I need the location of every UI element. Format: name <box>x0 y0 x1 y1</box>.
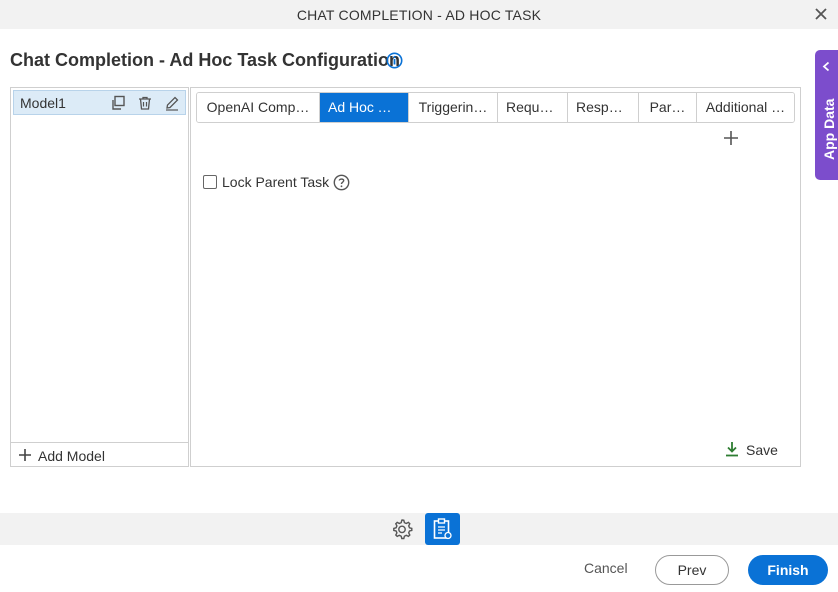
edit-icon[interactable] <box>164 95 180 111</box>
page-title: Chat Completion - Ad Hoc Task Configurat… <box>10 50 400 70</box>
clipboard-button[interactable] <box>425 513 460 545</box>
lock-parent-task-checkbox[interactable] <box>203 175 217 189</box>
lock-parent-task-label: Lock Parent Task <box>222 174 330 190</box>
tab-triggering[interactable]: Triggerin… <box>409 93 498 122</box>
tab-openai-completion[interactable]: OpenAI Comp… <box>197 93 320 122</box>
tab-request[interactable]: Reque… <box>498 93 568 122</box>
tab-additional[interactable]: Additional … <box>697 93 794 122</box>
add-model-label: Add Model <box>38 448 105 464</box>
close-icon[interactable] <box>813 6 829 22</box>
plus-icon <box>19 449 31 461</box>
tab-strip: OpenAI Comp… Ad Hoc T… Triggerin… Reque…… <box>196 92 795 123</box>
app-data-label: App Data <box>821 98 837 160</box>
tab-response[interactable]: Respo… <box>568 93 639 122</box>
model-list-panel: Model1 Add Model <box>10 87 189 467</box>
duplicate-icon[interactable] <box>110 95 126 111</box>
clipboard-icon <box>433 518 452 540</box>
app-data-tab[interactable]: App Data <box>815 50 838 180</box>
tab-ad-hoc-task[interactable]: Ad Hoc T… <box>320 93 409 122</box>
save-label: Save <box>746 442 778 458</box>
model-list-item[interactable]: Model1 <box>13 90 186 115</box>
help-icon[interactable] <box>333 174 350 191</box>
bottom-toolbar <box>0 513 838 545</box>
download-icon <box>726 442 738 457</box>
chevron-left-icon <box>822 61 830 72</box>
model-name: Model1 <box>20 95 66 111</box>
add-model-button[interactable]: Add Model <box>11 442 188 467</box>
cancel-button[interactable]: Cancel <box>584 560 628 576</box>
prev-button[interactable]: Prev <box>655 555 729 585</box>
gear-icon[interactable] <box>391 518 413 540</box>
finish-button[interactable]: Finish <box>748 555 828 585</box>
window-title: CHAT COMPLETION - AD HOC TASK <box>296 7 542 23</box>
configuration-panel: OpenAI Comp… Ad Hoc T… Triggerin… Reque…… <box>190 87 801 467</box>
delete-icon[interactable] <box>137 95 153 111</box>
title-bar: CHAT COMPLETION - AD HOC TASK <box>0 0 838 29</box>
add-tab-icon[interactable] <box>723 130 739 146</box>
tab-parameters[interactable]: Par… <box>639 93 697 122</box>
info-icon[interactable] <box>386 52 403 69</box>
